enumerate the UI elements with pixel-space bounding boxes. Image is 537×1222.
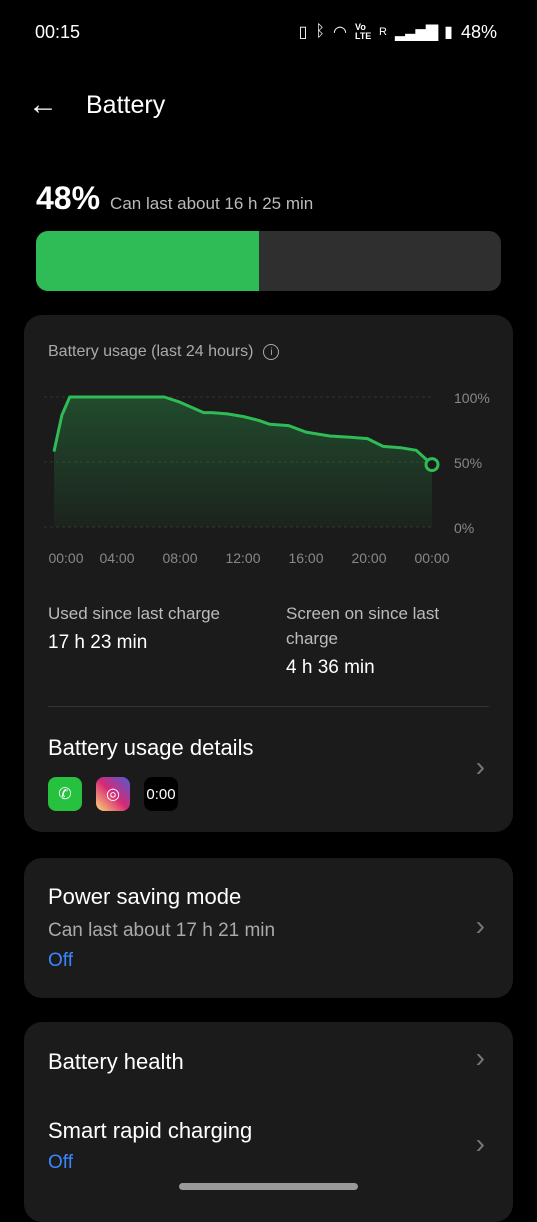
- rapid-charging-title: Smart rapid charging: [48, 1118, 253, 1143]
- chevron-right-icon: ›: [475, 1042, 485, 1073]
- x-tick-label: 12:00: [225, 550, 260, 566]
- battery-level-fill: [36, 231, 260, 291]
- rapid-charging-state: Off: [48, 1152, 73, 1173]
- x-tick-label: 00:00: [414, 550, 449, 566]
- home-indicator[interactable]: [179, 1183, 358, 1190]
- battery-settings-card: Battery health › Smart rapid charging Of…: [24, 1022, 513, 1222]
- signal-icon: ▂▃▅▇: [394, 24, 438, 41]
- battery-chart: 100% 50% 0% 00:00 04:00 08:00 12:00 16:00 20:00 0…: [44, 390, 490, 566]
- power-saving-title: Power saving mode: [48, 884, 242, 909]
- screen-on-value: 4 h 36 min: [286, 657, 375, 678]
- y-tick-label: 0%: [454, 520, 474, 536]
- chevron-right-icon: ›: [475, 910, 485, 941]
- y-tick-label: 100%: [454, 390, 490, 406]
- used-since-label: Used since last charge: [48, 604, 220, 623]
- battery-estimate: Can last about 16 h 25 min: [110, 194, 314, 213]
- x-tick-label: 16:00: [288, 550, 323, 566]
- chevron-right-icon: ›: [475, 751, 485, 782]
- bluetooth-icon: ᛒ: [315, 23, 326, 40]
- x-tick-label: 08:00: [162, 550, 197, 566]
- vibrate-icon: ▯: [298, 24, 308, 41]
- info-icon[interactable]: i: [263, 344, 280, 360]
- whatsapp-icon: ✆: [48, 777, 82, 811]
- power-saving-state: Off: [48, 950, 73, 971]
- battery-health-title: Battery health: [48, 1049, 184, 1074]
- y-tick-label: 50%: [454, 455, 482, 471]
- back-arrow-icon[interactable]: ←: [28, 88, 58, 122]
- battery-icon: ▮: [444, 24, 453, 41]
- used-since-value: 17 h 23 min: [48, 632, 148, 653]
- battery-health-row[interactable]: Battery health ›: [24, 1022, 513, 1100]
- status-bar: 00:15 ▯ ᛒ ◠ Vo LTE R ▂▃▅▇ ▮ 48%: [35, 20, 497, 44]
- roaming-indicator: R: [378, 26, 387, 38]
- battery-percent-large: 48%: [36, 180, 101, 216]
- x-tick-label: 20:00: [351, 550, 386, 566]
- battery-usage-details-row[interactable]: Battery usage details ✆ ◎ 0:00 ›: [24, 707, 513, 832]
- wifi-icon: ◠: [333, 24, 347, 41]
- instagram-icon: ◎: [96, 777, 130, 811]
- page-title: Battery: [86, 90, 166, 119]
- usage-title: Battery usage (last 24 hours): [48, 343, 254, 360]
- volte-icon: Vo LTE: [354, 22, 372, 41]
- clock: 00:15: [35, 21, 81, 42]
- x-tick-label: 00:00: [48, 550, 83, 566]
- screen-on-label: Screen on since last charge: [286, 604, 440, 648]
- x-tick-label: 04:00: [99, 550, 134, 566]
- current-level-marker: [424, 457, 440, 473]
- clock-app-icon: 0:00: [144, 777, 178, 811]
- battery-percent: 48%: [460, 21, 497, 42]
- battery-level-bar: [36, 231, 501, 291]
- details-title: Battery usage details: [48, 735, 254, 760]
- power-saving-row[interactable]: Power saving mode Can last about 17 h 21…: [24, 858, 513, 998]
- chevron-right-icon: ›: [475, 1128, 485, 1159]
- power-saving-subtitle: Can last about 17 h 21 min: [48, 920, 276, 941]
- battery-usage-card: Battery usage (last 24 hours) i 100% 50% 0…: [24, 315, 513, 832]
